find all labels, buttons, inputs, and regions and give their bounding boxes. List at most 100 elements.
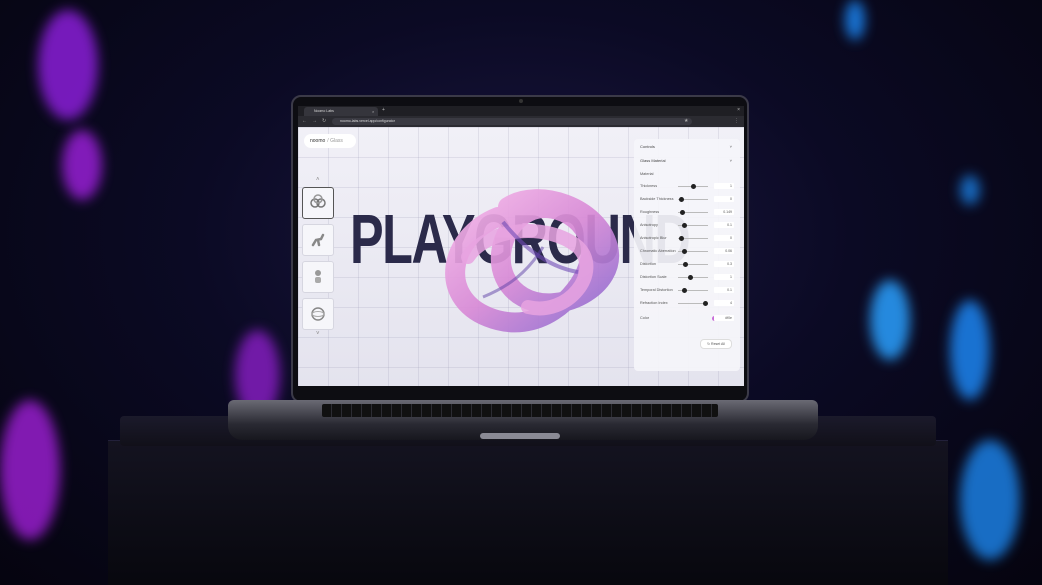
shape-figure-button[interactable] [302,261,334,293]
balloon-dog-icon [311,233,325,247]
laptop-screen: Noomo Labs × + × ← → ↻ noomo-labs.vercel… [298,106,744,386]
shape-picker [302,187,334,335]
app-viewport[interactable]: noomo / Glass PLAYGROUND ˄ ˅ Controls ˅ … [298,127,744,386]
slider-value-input[interactable]: 0.1 [714,287,734,293]
slider-value-input[interactable]: 0.149 [714,209,734,215]
webcam [519,99,523,103]
slider-knob[interactable] [683,261,688,267]
logo[interactable]: noomo / Glass [304,134,356,148]
chevron-down-icon[interactable]: ˅ [316,331,320,337]
rings-icon [310,194,326,208]
shape-sphere-button[interactable] [302,298,334,330]
slider-label: Roughness [640,210,660,214]
slider-value-input[interactable]: 0 [714,196,734,202]
slider-knob[interactable] [681,248,687,254]
keyboard [322,404,718,417]
slider-value-input[interactable]: 1 [714,183,734,189]
address-bar[interactable]: noomo-labs.vercel.app/configurator [332,118,692,125]
slider-knob[interactable] [687,274,693,280]
section-glass-material[interactable]: Glass Material ˅ [640,157,734,165]
slider-value-input[interactable]: 4 [714,300,734,306]
blue-light-blob [870,280,910,360]
slider-track[interactable] [678,183,708,189]
purple-light-blob [0,400,60,540]
slider-knob[interactable] [680,209,685,215]
glass-knot-model[interactable] [428,177,628,347]
slider-knob[interactable] [678,196,684,202]
slider-row: Temporal Distortion 0.1 [640,286,734,294]
slider-knob[interactable] [690,183,696,189]
shape-dog-button[interactable] [302,224,334,256]
slider-track[interactable] [678,287,708,293]
sphere-icon [311,307,325,321]
purple-light-blob [62,130,102,200]
slider-knob[interactable] [681,222,687,228]
slider-row: Distortion 0.3 [640,260,734,268]
logo-text: noomo [310,138,326,144]
slider-row: Chromatic Aberration 0.06 [640,247,734,255]
shape-rings-button[interactable] [302,187,334,219]
slider-track[interactable] [678,300,708,306]
slider-label: Anisotropy [640,223,658,227]
slider-value-input[interactable]: 0.1 [714,222,734,228]
slider-track[interactable] [678,261,708,267]
slider-label: Anisotropic Blur [640,236,667,240]
tab-title: Noomo Labs [314,109,334,113]
pedestal [108,440,948,585]
color-label: Color [640,316,650,320]
reload-icon[interactable]: ↻ [322,118,326,124]
slider-track[interactable] [678,196,708,202]
slider-knob[interactable] [681,287,687,293]
slider-row: Distortion Scale 1 [640,273,734,281]
slider-track[interactable] [678,235,708,241]
section-controls[interactable]: Controls ˅ [640,143,734,151]
slider-row: Anisotropic Blur 0 [640,234,734,242]
chevron-down-icon: ˅ [729,158,732,163]
slider-track[interactable] [678,222,708,228]
slider-value-input[interactable]: 0.06 [714,248,734,254]
chevron-up-icon[interactable]: ˄ [316,177,320,183]
tab-close-icon[interactable]: × [372,107,374,116]
slider-track[interactable] [678,248,708,254]
slider-knob[interactable] [678,235,684,241]
slider-value-input[interactable]: 1 [714,274,734,280]
blue-light-blob [950,300,990,400]
slider-label: Distortion [640,262,657,266]
slider-track[interactable] [678,274,708,280]
slider-label: Temporal Distortion [640,288,673,292]
blue-light-blob [960,175,980,205]
browser-menu-icon[interactable]: ⋮ [734,118,739,124]
slider-value-input[interactable]: 0 [714,235,734,241]
slider-row: Backside Thickness 0 [640,195,734,203]
chevron-down-icon: ˅ [729,144,732,149]
forward-icon[interactable]: → [312,118,317,124]
slider-label: Refraction Index [640,301,668,305]
slider-row: Refraction Index 4 [640,299,734,307]
figure-icon [315,270,321,283]
back-icon[interactable]: ← [302,118,307,124]
slider-label: Thickness [640,184,658,188]
blue-light-blob [960,440,1020,560]
browser-tab[interactable]: Noomo Labs × [304,107,378,116]
browser-tab-bar: Noomo Labs × + × [298,106,744,116]
slider-label: Chromatic Aberration [640,249,676,253]
material-subheader: Material [640,172,654,176]
bookmark-icon[interactable]: ★ [684,118,688,124]
new-tab-icon[interactable]: + [382,107,385,113]
slider-value-input[interactable]: 0.3 [714,261,734,267]
color-row: Color #f0e [640,314,734,322]
controls-panel: Controls ˅ Glass Material ˅ Material Thi… [634,139,740,371]
slider-label: Backside Thickness [640,197,674,201]
blue-light-blob [845,0,865,40]
hinge [480,433,560,439]
browser-toolbar: ← → ↻ noomo-labs.vercel.app/configurator… [298,116,744,127]
logo-subtitle: / Glass [327,138,343,144]
color-value[interactable]: #f0e [714,315,734,321]
slider-knob[interactable] [702,300,708,306]
window-close-icon[interactable]: × [737,107,740,113]
slider-track[interactable] [678,209,708,215]
section-glass-label: Glass Material [640,158,666,163]
slider-label: Distortion Scale [640,275,667,279]
reset-all-button[interactable]: ↻ Reset All [700,339,732,349]
slider-row: Anisotropy 0.1 [640,221,734,229]
